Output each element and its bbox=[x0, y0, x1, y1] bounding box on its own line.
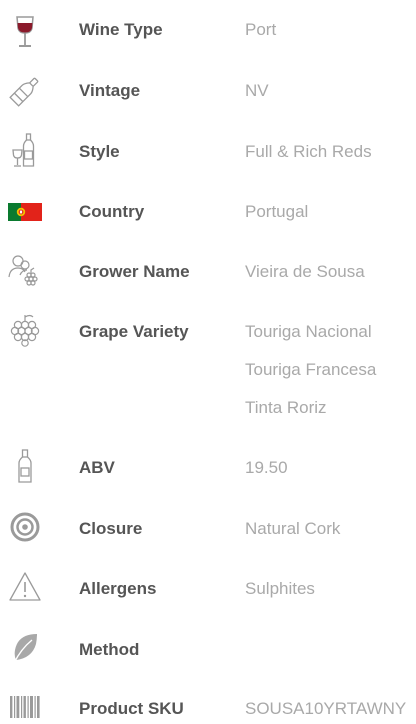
grape-cluster-icon bbox=[8, 313, 42, 347]
spec-value: Portugal bbox=[245, 202, 309, 221]
grape-variety-item: Tinta Roriz bbox=[245, 398, 327, 417]
spec-label: Wine Type bbox=[79, 20, 163, 39]
spec-label: Country bbox=[79, 202, 145, 221]
spec-value: Vieira de Sousa bbox=[245, 262, 365, 281]
wine-bottle-tilted-icon bbox=[8, 74, 42, 108]
grower-icon bbox=[8, 253, 42, 287]
warning-icon bbox=[8, 570, 42, 604]
spec-value: NV bbox=[245, 81, 269, 100]
spec-value: Full & Rich Reds bbox=[245, 142, 372, 161]
wine-glass-icon bbox=[8, 15, 42, 49]
spec-label: Vintage bbox=[79, 81, 141, 100]
spec-label: ABV bbox=[79, 458, 115, 477]
spec-label: Grower Name bbox=[79, 262, 190, 281]
spec-label: Product SKU bbox=[79, 699, 184, 718]
grape-variety-item: Touriga Nacional bbox=[245, 322, 372, 341]
spec-value: Sulphites bbox=[245, 579, 315, 598]
spec-label: Style bbox=[79, 142, 120, 161]
grape-variety-item: Touriga Francesa bbox=[245, 360, 377, 379]
spec-value-list: Touriga Nacional Touriga Francesa Tinta … bbox=[245, 321, 376, 435]
spec-label: Method bbox=[79, 640, 140, 659]
bottle-icon bbox=[8, 449, 42, 483]
spec-value: Port bbox=[245, 20, 277, 39]
bottle-and-glass-icon bbox=[8, 133, 42, 167]
portugal-flag-icon bbox=[8, 195, 42, 229]
cork-target-icon bbox=[8, 510, 42, 544]
spec-value: Natural Cork bbox=[245, 519, 341, 538]
spec-label: Allergens bbox=[79, 579, 157, 598]
leaf-icon bbox=[8, 631, 42, 665]
product-spec-list: Wine Type Port Vintage NV Style Full & R… bbox=[0, 0, 416, 718]
barcode-icon bbox=[8, 690, 42, 724]
spec-label: Closure bbox=[79, 519, 143, 538]
spec-value: SOUSA10YRTAWNY bbox=[245, 699, 407, 718]
spec-label: Grape Variety bbox=[79, 322, 189, 341]
spec-value: 19.50 bbox=[245, 458, 288, 477]
